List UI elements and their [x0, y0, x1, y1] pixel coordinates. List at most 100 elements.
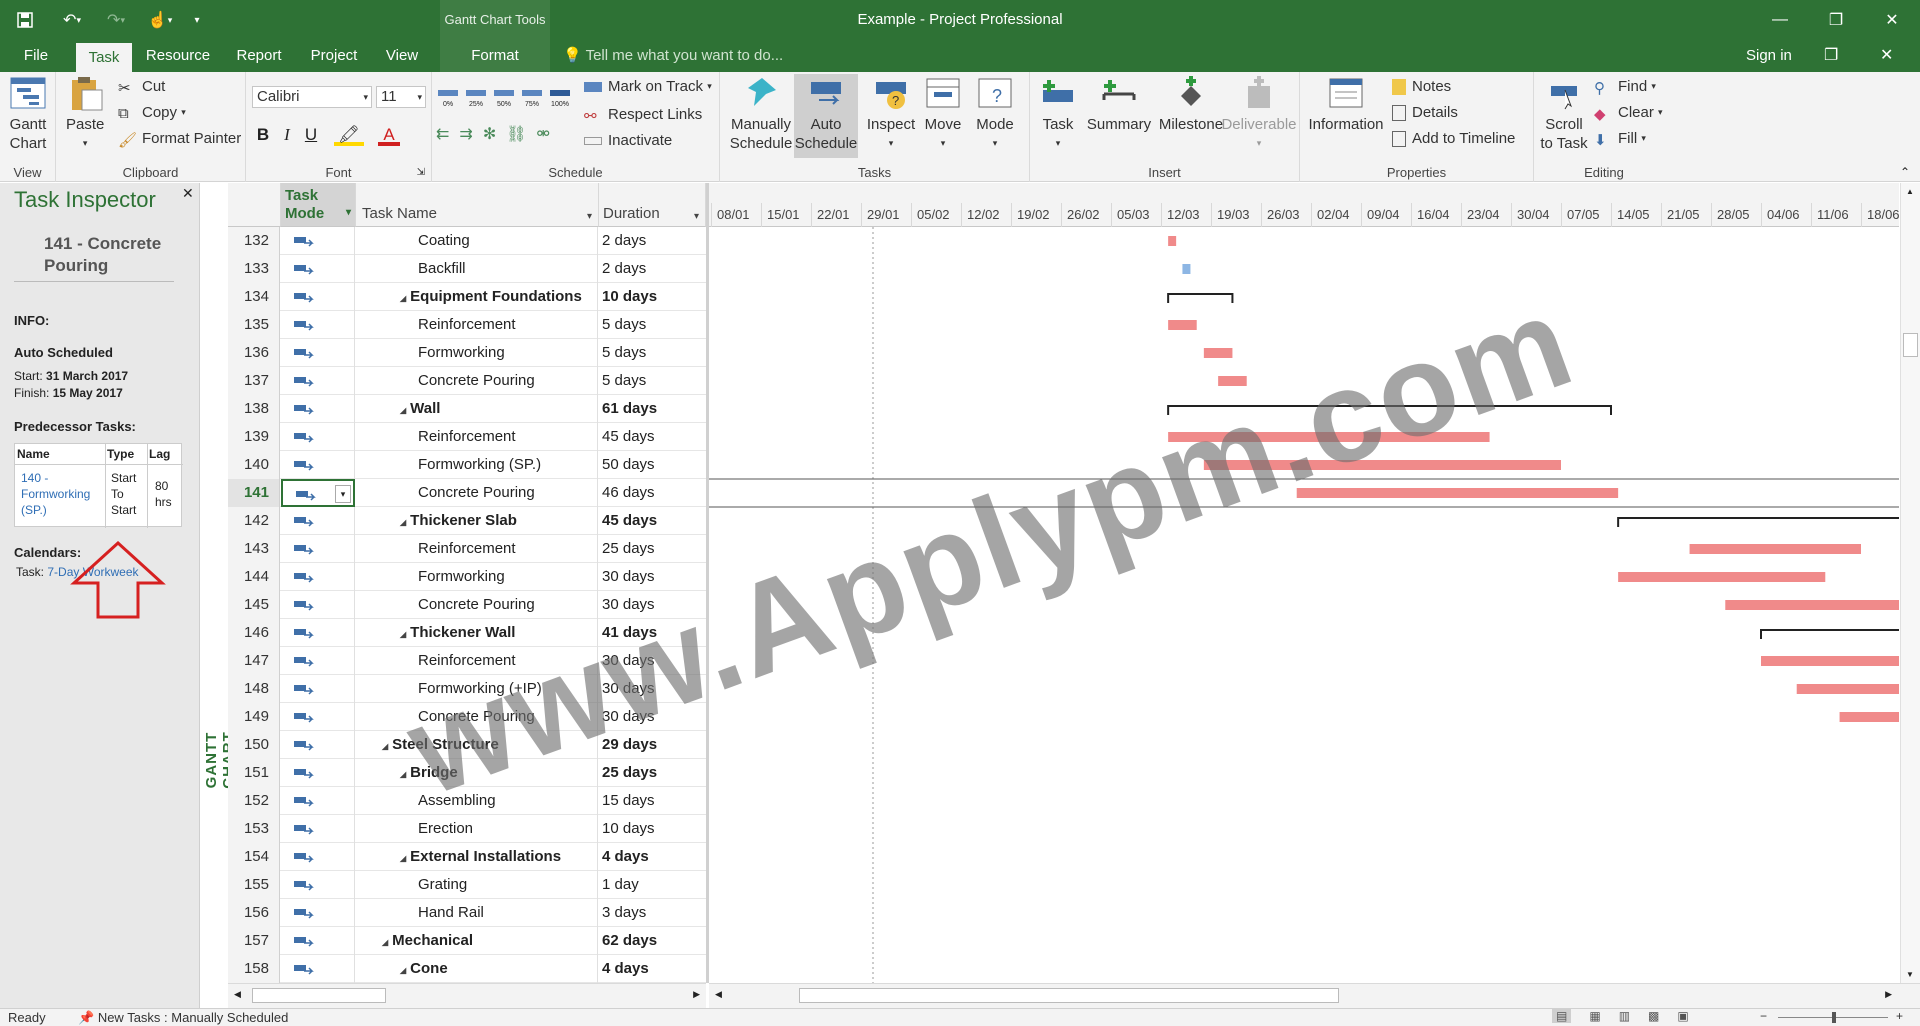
duration-cell[interactable]: 5 days: [599, 339, 705, 367]
copy-button[interactable]: ⧉ Copy ▾: [118, 104, 186, 122]
task-id[interactable]: 144: [228, 563, 280, 591]
table-row[interactable]: 136 Formworking 5 days: [228, 339, 706, 367]
task-id[interactable]: 154: [228, 843, 280, 871]
paste-button[interactable]: Paste ▾: [66, 76, 104, 153]
table-row[interactable]: 133 Backfill 2 days: [228, 255, 706, 283]
duration-cell[interactable]: 46 days: [599, 479, 705, 507]
task-bar[interactable]: [1296, 488, 1619, 498]
scroll-right-icon[interactable]: ▶: [693, 989, 700, 1000]
collapse-triangle-icon[interactable]: ◢: [382, 742, 388, 751]
task-name-cell[interactable]: Concrete Pouring: [356, 591, 598, 619]
duration-cell[interactable]: 29 days: [599, 731, 705, 759]
task-id[interactable]: 148: [228, 675, 280, 703]
respect-links-button[interactable]: ⚯ Respect Links: [584, 106, 702, 125]
table-row[interactable]: 150 ◢ Steel Structure 29 days: [228, 731, 706, 759]
task-mode-cell[interactable]: [281, 815, 355, 843]
duration-cell[interactable]: 25 days: [599, 535, 705, 563]
sign-in-link[interactable]: Sign in: [1746, 40, 1792, 72]
duration-cell[interactable]: 4 days: [599, 843, 705, 871]
task-id[interactable]: 147: [228, 647, 280, 675]
duration-cell[interactable]: 15 days: [599, 787, 705, 815]
table-row[interactable]: 143 Reinforcement 25 days: [228, 535, 706, 563]
collapse-triangle-icon[interactable]: ◢: [400, 294, 406, 303]
task-name-cell[interactable]: ◢ Mechanical: [356, 927, 598, 955]
summary-bar[interactable]: [1760, 629, 1899, 639]
duration-cell[interactable]: 2 days: [599, 255, 705, 283]
table-row[interactable]: 137 Concrete Pouring 5 days: [228, 367, 706, 395]
task-id[interactable]: 132: [228, 227, 280, 255]
duration-cell[interactable]: 45 days: [599, 507, 705, 535]
outdent-icon[interactable]: ⇇: [436, 124, 449, 144]
scroll-left-icon[interactable]: ◀: [715, 989, 722, 1000]
task-mode-cell[interactable]: [281, 451, 355, 479]
redo-icon[interactable]: ↷ ▾: [94, 0, 138, 40]
duration-cell[interactable]: 2 days: [599, 227, 705, 255]
font-family-select[interactable]: Calibri ▾: [252, 86, 372, 108]
tab-report[interactable]: Report: [226, 40, 292, 72]
zoom-out-icon[interactable]: −: [1760, 1009, 1767, 1023]
task-id[interactable]: 137: [228, 367, 280, 395]
duration-cell[interactable]: 1 day: [599, 871, 705, 899]
scroll-down-icon[interactable]: ▼: [1906, 970, 1914, 979]
task-name-cell[interactable]: Formworking: [356, 563, 598, 591]
task-mode-cell[interactable]: ▾: [281, 479, 355, 507]
unlink-tasks-icon[interactable]: ⚮: [537, 124, 550, 144]
task-name-cell[interactable]: Formworking (SP.): [356, 451, 598, 479]
task-id[interactable]: 151: [228, 759, 280, 787]
table-row[interactable]: 148 Formworking (+IP) 30 days: [228, 675, 706, 703]
task-id[interactable]: 146: [228, 619, 280, 647]
clear-button[interactable]: ◆ Clear ▾: [1594, 104, 1663, 123]
customize-qat-icon[interactable]: ▾: [182, 0, 212, 40]
duration-cell[interactable]: 30 days: [599, 675, 705, 703]
task-name-cell[interactable]: Concrete Pouring: [356, 479, 598, 507]
duration-cell[interactable]: 10 days: [599, 815, 705, 843]
grid-scroll-thumb[interactable]: [252, 988, 386, 1003]
table-row[interactable]: 152 Assembling 15 days: [228, 787, 706, 815]
task-mode-cell[interactable]: [281, 731, 355, 759]
task-id[interactable]: 143: [228, 535, 280, 563]
information-button[interactable]: Information: [1306, 76, 1386, 134]
percent-25-button[interactable]: 25%: [464, 86, 488, 108]
table-row[interactable]: 149 Concrete Pouring 30 days: [228, 703, 706, 731]
collapse-triangle-icon[interactable]: ◢: [382, 938, 388, 947]
filter-arrow-icon[interactable]: ▾: [694, 211, 699, 222]
table-row[interactable]: 158 ◢ Cone 4 days: [228, 955, 706, 983]
chart-horizontal-scrollbar[interactable]: ◀ ▶: [709, 983, 1920, 1008]
table-row[interactable]: 135 Reinforcement 5 days: [228, 311, 706, 339]
collapse-triangle-icon[interactable]: ◢: [400, 966, 406, 975]
task-name-cell[interactable]: ◢ Thickener Slab: [356, 507, 598, 535]
report-view-icon[interactable]: ▣: [1677, 1009, 1688, 1023]
task-id[interactable]: 152: [228, 787, 280, 815]
percent-100-button[interactable]: 100%: [548, 86, 572, 108]
duration-cell[interactable]: 30 days: [599, 647, 705, 675]
task-id[interactable]: 150: [228, 731, 280, 759]
duration-cell[interactable]: 50 days: [599, 451, 705, 479]
task-bar[interactable]: [1761, 656, 1899, 666]
bold-button[interactable]: B: [252, 124, 274, 146]
task-name-cell[interactable]: Erection: [356, 815, 598, 843]
underline-button[interactable]: U: [300, 124, 322, 146]
table-row[interactable]: 134 ◢ Equipment Foundations 10 days: [228, 283, 706, 311]
table-row[interactable]: 139 Reinforcement 45 days: [228, 423, 706, 451]
scroll-up-icon[interactable]: ▲: [1906, 187, 1914, 196]
task-bar[interactable]: [1203, 348, 1233, 358]
auto-schedule-button[interactable]: Auto Schedule: [794, 74, 858, 158]
duration-cell[interactable]: 30 days: [599, 703, 705, 731]
duration-cell[interactable]: 61 days: [599, 395, 705, 423]
task-mode-cell[interactable]: [281, 871, 355, 899]
gantt-view-icon[interactable]: ▤: [1552, 1009, 1572, 1023]
cut-button[interactable]: ✂ Cut: [118, 78, 165, 97]
table-row[interactable]: 155 Grating 1 day: [228, 871, 706, 899]
table-row[interactable]: 132 Coating 2 days: [228, 227, 706, 255]
minimize-icon[interactable]: —: [1752, 0, 1808, 40]
task-name-cell[interactable]: ◢ External Installations: [356, 843, 598, 871]
percent-75-button[interactable]: 75%: [520, 86, 544, 108]
duration-cell[interactable]: 25 days: [599, 759, 705, 787]
task-mode-cell[interactable]: [281, 899, 355, 927]
task-mode-cell[interactable]: [281, 423, 355, 451]
task-mode-cell[interactable]: [281, 927, 355, 955]
task-id[interactable]: 145: [228, 591, 280, 619]
summary-bar[interactable]: [1167, 405, 1612, 415]
table-row[interactable]: 151 ◢ Bridge 25 days: [228, 759, 706, 787]
task-id[interactable]: 142: [228, 507, 280, 535]
